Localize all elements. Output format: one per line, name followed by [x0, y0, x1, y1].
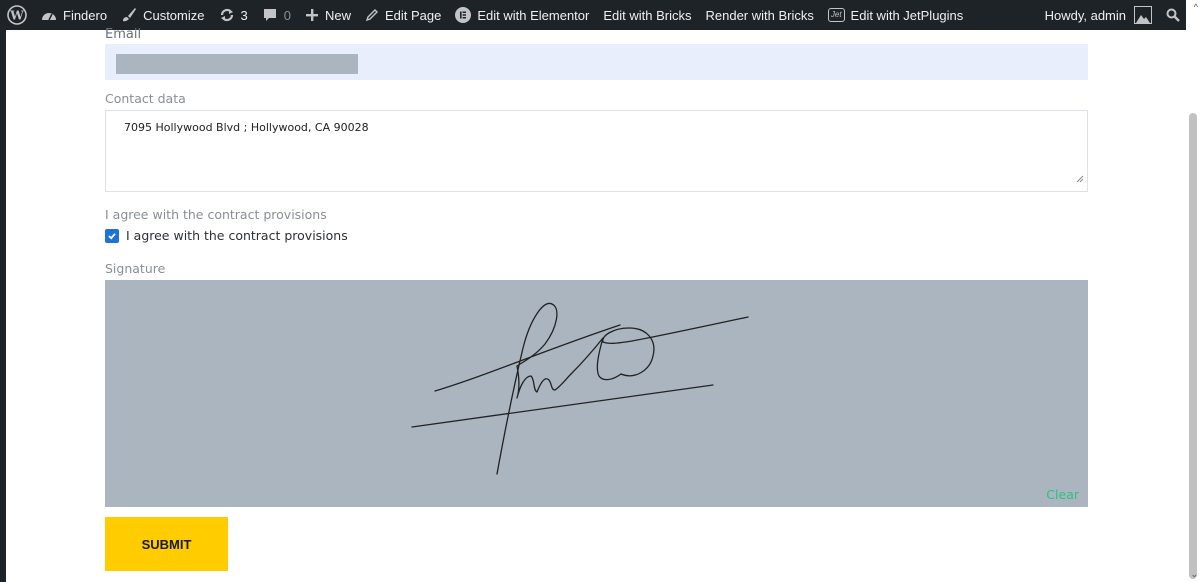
new-label: New [324, 7, 351, 23]
dashboard-icon [41, 8, 57, 22]
scroll-down-icon[interactable]: ⌄ [1190, 569, 1198, 580]
contact-textarea[interactable]: 7095 Hollywood Blvd ; Hollywood, CA 9002… [105, 110, 1088, 192]
edit-bricks-link[interactable]: Edit with Bricks [596, 0, 698, 30]
search-icon [1166, 8, 1180, 22]
scroll-thumb[interactable] [1189, 113, 1197, 579]
pencil-icon [365, 8, 379, 22]
jet-badge: Jet [827, 8, 845, 22]
email-field[interactable] [105, 44, 1088, 80]
jet-icon: Jet [827, 8, 845, 22]
agree-checkbox[interactable] [105, 228, 119, 243]
email-label: Email [105, 27, 142, 42]
site-name: Findero [63, 7, 108, 23]
edit-elementor-link[interactable]: Edit with Elementor [448, 0, 596, 30]
comments-count: 0 [283, 7, 291, 23]
howdy-label: Howdy, admin [1044, 7, 1126, 23]
site-name-menu[interactable]: Findero [34, 0, 114, 30]
svg-text:W: W [9, 9, 24, 23]
email-value-redacted [116, 54, 358, 74]
scroll-up-icon[interactable]: ^ [1194, 2, 1198, 12]
left-edge [0, 30, 6, 582]
new-content-menu[interactable]: New [298, 0, 358, 30]
updates-icon [219, 7, 235, 23]
contact-label: Contact data [105, 91, 186, 106]
customize-label: Customize [143, 7, 205, 23]
wordpress-menu[interactable]: W [0, 0, 34, 30]
edit-jetplugins-link[interactable]: Jet Edit with JetPlugins [821, 0, 970, 30]
plus-icon [305, 8, 319, 22]
render-bricks-label: Render with Bricks [705, 7, 814, 23]
signature-pad[interactable]: Clear [105, 280, 1088, 507]
comment-icon [262, 7, 278, 23]
comments-link[interactable]: 0 [255, 0, 298, 30]
customize-link[interactable]: Customize [114, 0, 211, 30]
submit-button[interactable]: SUBMIT [105, 517, 228, 571]
avatar [1134, 6, 1152, 24]
agree-option[interactable]: I agree with the contract provisions [105, 228, 348, 243]
render-bricks-link[interactable]: Render with Bricks [699, 0, 821, 30]
updates-link[interactable]: 3 [212, 0, 255, 30]
wordpress-icon: W [7, 5, 27, 25]
scrollbar[interactable]: ^ ⌄ [1186, 0, 1200, 582]
agree-checkbox-label: I agree with the contract provisions [126, 228, 348, 243]
clear-signature-button[interactable]: Clear [1046, 487, 1079, 502]
edit-page-label: Edit Page [384, 7, 442, 23]
edit-elementor-label: Edit with Elementor [477, 7, 590, 23]
edit-page-link[interactable]: Edit Page [358, 0, 448, 30]
edit-bricks-label: Edit with Bricks [603, 7, 692, 23]
edit-jetplugins-label: Edit with JetPlugins [850, 7, 964, 23]
signature-label: Signature [105, 261, 166, 276]
checkmark-icon [108, 232, 116, 240]
signature-drawing [411, 302, 749, 475]
agree-label: I agree with the contract provisions [105, 207, 327, 222]
elementor-icon [455, 7, 472, 23]
brush-icon [121, 7, 137, 23]
updates-count: 3 [240, 7, 248, 23]
contact-value: 7095 Hollywood Blvd ; Hollywood, CA 9002… [124, 121, 369, 134]
resize-handle-icon[interactable] [1076, 170, 1084, 188]
account-menu[interactable]: Howdy, admin [1038, 0, 1159, 30]
admin-bar: W Findero Customize 3 0 New Edit Page Ed… [0, 0, 1200, 30]
